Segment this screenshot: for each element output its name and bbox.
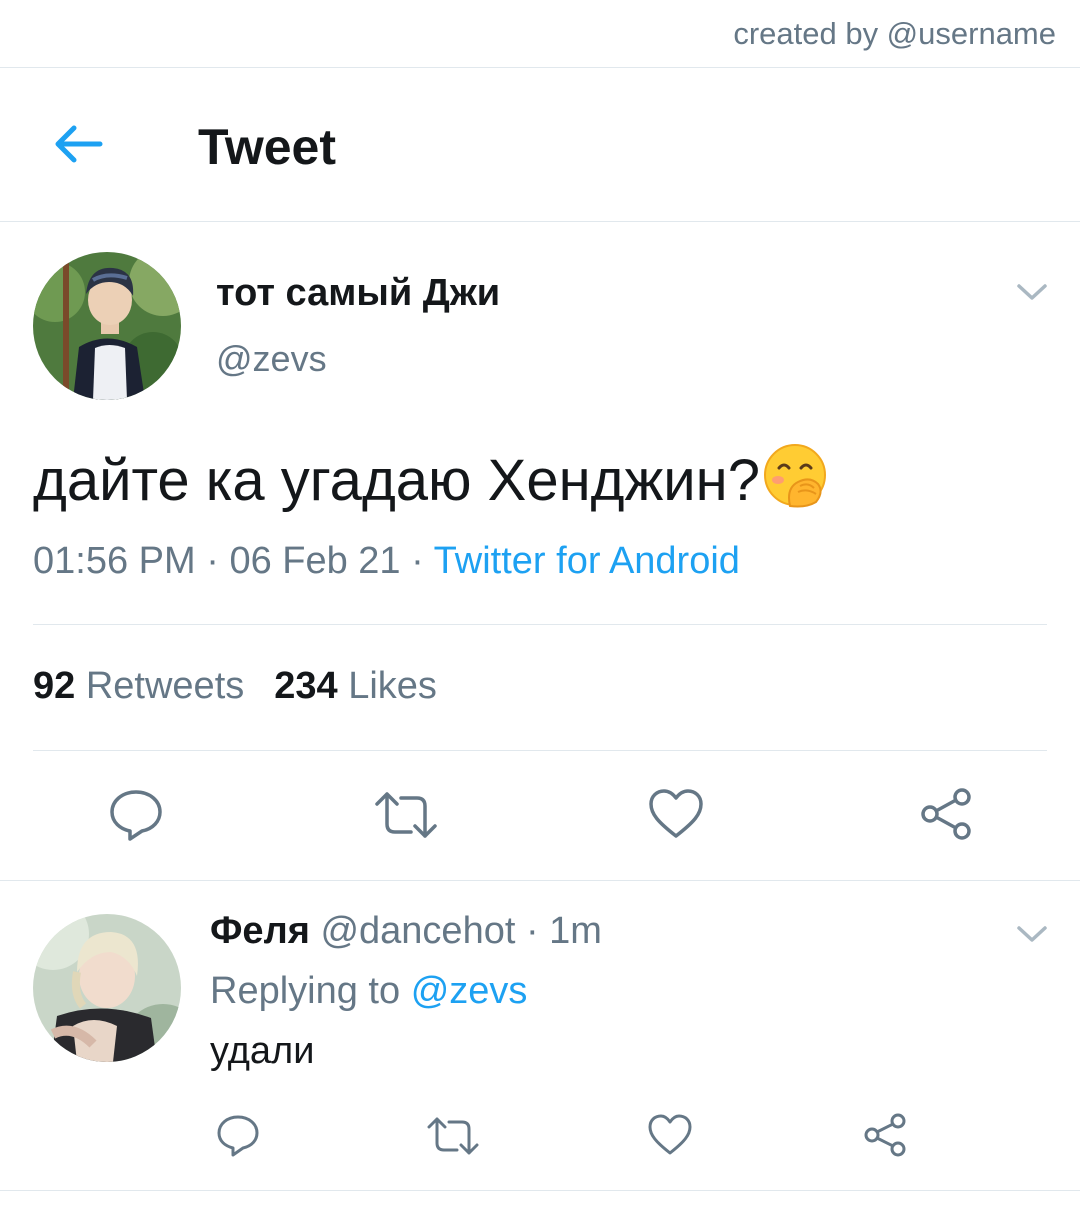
divider [0,1190,1080,1191]
tweet-stats: 92 Retweets 234 Likes [33,665,437,708]
retweet-icon [427,1117,479,1155]
tweet-text: дайте ка угадаю Хенджин? [33,442,828,522]
tweet-date: 06 Feb 21 [229,540,401,582]
replying-to-handle[interactable]: @zevs [411,970,528,1012]
reply-button[interactable] [108,788,164,842]
reply-options-button[interactable] [1016,920,1048,948]
credit-text: created by @username [733,16,1056,51]
reply-share-button[interactable] [862,1112,908,1158]
credit-bar: created by @username [0,0,1080,68]
heart-icon [649,789,703,838]
tweet-header: Tweet [0,68,1080,222]
replying-to-label: Replying to [210,970,401,1012]
reply-reply-button[interactable] [216,1114,260,1158]
author-handle[interactable]: @zevs [216,338,327,380]
reply-author-handle[interactable]: @dancehot [320,910,515,952]
tweet-time: 01:56 PM [33,540,196,582]
back-button[interactable] [52,120,104,168]
chevron-down-icon [1017,926,1047,942]
reply-text: удали [210,1030,315,1072]
author-avatar[interactable] [33,252,181,400]
chevron-down-icon [1017,284,1047,300]
meta-separator: · [411,540,424,582]
divider [33,750,1047,751]
likes-stat[interactable]: 234 Likes [274,665,437,707]
retweets-stat[interactable]: 92 Retweets [33,665,244,707]
reply-like-button[interactable] [648,1114,692,1156]
tweet-options-button[interactable] [1016,278,1048,306]
retweets-count: 92 [33,665,76,707]
tweet-source-link[interactable]: Twitter for Android [434,540,740,582]
meta-separator: · [206,540,219,582]
likes-label: Likes [348,665,437,707]
author-name[interactable]: тот самый Джи [216,272,500,315]
face-with-hand-over-mouth-emoji [762,442,828,522]
divider [33,624,1047,625]
tweet-text-content: дайте ка угадаю Хенджин? [33,448,760,513]
share-icon [921,788,971,840]
reply-author-avatar[interactable] [33,914,181,1062]
retweet-button[interactable] [373,790,439,840]
like-button[interactable] [648,788,704,840]
reply-icon [110,790,162,841]
reply-icon [217,1115,259,1157]
share-button[interactable] [918,786,974,842]
divider [0,880,1080,881]
share-icon [864,1113,906,1157]
back-arrow-icon [55,125,103,163]
reply-retweet-button[interactable] [426,1116,480,1156]
meta-separator: · [525,910,539,952]
heart-icon [648,1114,692,1155]
reply-author-line: Феля @dancehot · 1m [210,910,602,953]
reply-author-name[interactable]: Феля [210,910,310,952]
retweet-icon [375,792,437,838]
tweet-meta: 01:56 PM · 06 Feb 21 · Twitter for Andro… [33,540,740,583]
reply-time: 1m [549,910,602,952]
likes-count: 234 [274,665,338,707]
replying-to: Replying to @zevs [210,970,527,1013]
retweets-label: Retweets [85,665,245,707]
page-title: Tweet [198,119,336,175]
